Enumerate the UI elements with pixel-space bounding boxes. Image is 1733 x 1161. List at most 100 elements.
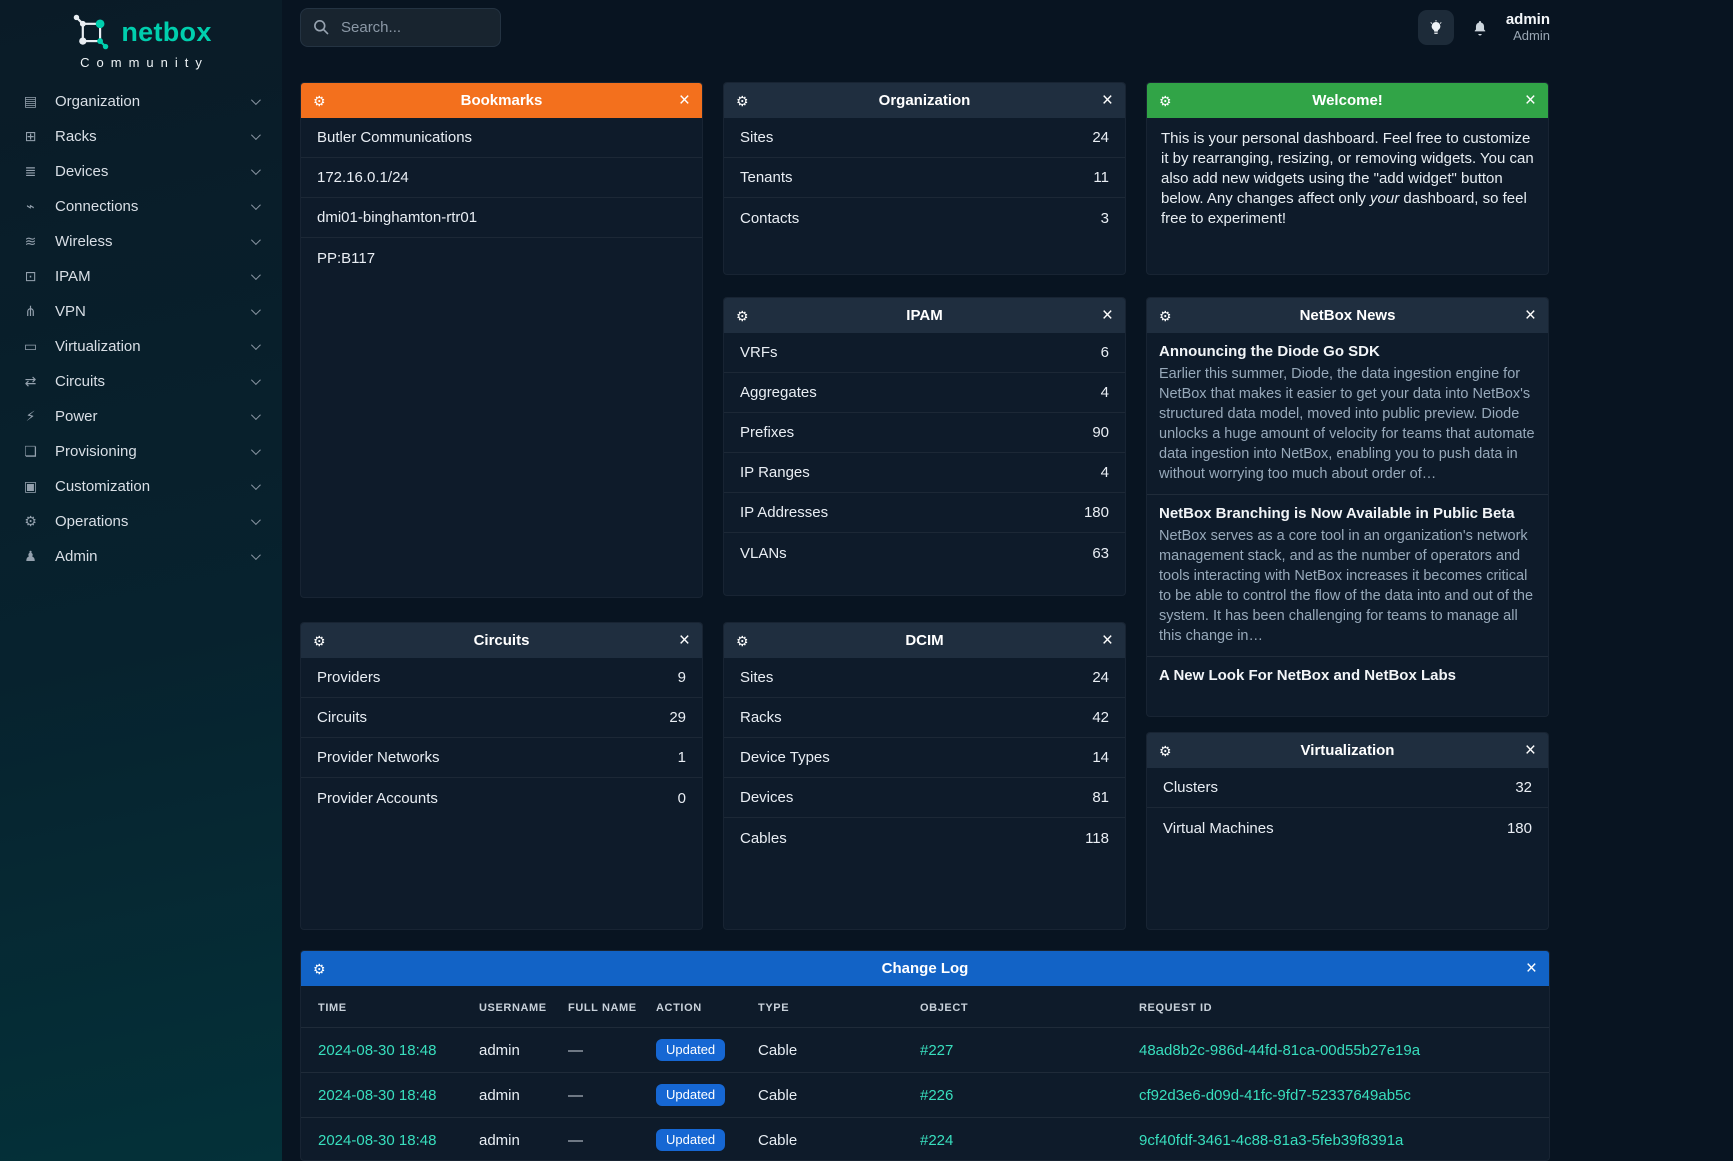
stat-label-link[interactable]: VRFs — [740, 344, 778, 361]
sidebar-item-admin[interactable]: ♟Admin — [0, 539, 282, 574]
stat-count-link[interactable]: 11 — [1093, 169, 1109, 186]
sidebar-item-racks[interactable]: ⊞Racks — [0, 119, 282, 154]
stat-label-link[interactable]: Sites — [740, 129, 773, 146]
stat-label-link[interactable]: Tenants — [740, 169, 793, 186]
changelog-time-link[interactable]: 2024-08-30 18:48 — [318, 1087, 436, 1104]
news-headline-link[interactable]: Announcing the Diode Go SDK — [1159, 342, 1536, 362]
stat-count-link[interactable]: 0 — [678, 790, 686, 807]
stat-count-link[interactable]: 9 — [678, 669, 686, 686]
stat-label-link[interactable]: Sites — [740, 669, 773, 686]
bookmark-link[interactable]: dmi01-binghamton-rtr01 — [317, 209, 477, 226]
stat-label-link[interactable]: Clusters — [1163, 779, 1218, 796]
stat-label-link[interactable]: Racks — [740, 709, 782, 726]
news-headline-link[interactable]: A New Look For NetBox and NetBox Labs — [1159, 666, 1536, 686]
sidebar-item-customization[interactable]: ▣Customization — [0, 469, 282, 504]
stat-label-link[interactable]: Circuits — [317, 709, 367, 726]
widget-config-gear-icon[interactable]: ⚙ — [1159, 744, 1172, 758]
netbox-app: netbox Community ▤Organization⊞Racks≣Dev… — [0, 0, 1733, 1161]
stat-label-link[interactable]: Providers — [317, 669, 380, 686]
stat-row: Providers 9 — [301, 658, 702, 698]
widget-config-gear-icon[interactable]: ⚙ — [736, 634, 749, 648]
stat-label-link[interactable]: IP Ranges — [740, 464, 810, 481]
stat-count-link[interactable]: 118 — [1085, 830, 1109, 847]
stat-label-link[interactable]: Provider Accounts — [317, 790, 438, 807]
stat-label-link[interactable]: IP Addresses — [740, 504, 828, 521]
sidebar-item-devices[interactable]: ≣Devices — [0, 154, 282, 189]
sidebar-item-vpn[interactable]: ⋔VPN — [0, 294, 282, 329]
widget-close-icon[interactable]: × — [1102, 306, 1113, 325]
widget-close-icon[interactable]: × — [1525, 91, 1536, 110]
widget-config-gear-icon[interactable]: ⚙ — [1159, 94, 1172, 108]
ipam-stats: VRFs 6 Aggregates 4 Prefixes 90 IP Ranges 4 IP A… — [724, 333, 1125, 573]
stat-label-link[interactable]: Cables — [740, 830, 787, 847]
sidebar-item-power[interactable]: ⚡Power — [0, 399, 282, 434]
sidebar-item-connections[interactable]: ⌁Connections — [0, 189, 282, 224]
changelog-object-link[interactable]: #227 — [920, 1042, 953, 1059]
stat-count-link[interactable]: 63 — [1092, 545, 1109, 562]
stat-label-link[interactable]: Prefixes — [740, 424, 794, 441]
changelog-request-id-link[interactable]: cf92d3e6-d09d-41fc-9fd7-52337649ab5c — [1139, 1087, 1411, 1104]
stat-count-link[interactable]: 24 — [1092, 669, 1109, 686]
widget-config-gear-icon[interactable]: ⚙ — [1159, 309, 1172, 323]
user-menu[interactable]: admin Admin — [1506, 11, 1550, 43]
sidebar-item-wireless[interactable]: ≋Wireless — [0, 224, 282, 259]
widget-config-gear-icon[interactable]: ⚙ — [313, 94, 326, 108]
stat-label-link[interactable]: Virtual Machines — [1163, 820, 1274, 837]
news-headline-link[interactable]: NetBox Branching is Now Available in Pub… — [1159, 504, 1536, 524]
stat-count-link[interactable]: 42 — [1092, 709, 1109, 726]
changelog-request-id-link[interactable]: 48ad8b2c-986d-44fd-81ca-00d55b27e19a — [1139, 1042, 1420, 1059]
widget-close-icon[interactable]: × — [1525, 741, 1536, 760]
bookmark-row: 172.16.0.1/24 — [301, 158, 702, 198]
changelog-object-link[interactable]: #226 — [920, 1087, 953, 1104]
sidebar-item-circuits[interactable]: ⇄Circuits — [0, 364, 282, 399]
widget-close-icon[interactable]: × — [679, 91, 690, 110]
stat-count-link[interactable]: 4 — [1101, 464, 1109, 481]
theme-toggle-button[interactable] — [1418, 10, 1454, 45]
changelog-time-link[interactable]: 2024-08-30 18:48 — [318, 1042, 436, 1059]
stat-label-link[interactable]: Device Types — [740, 749, 830, 766]
stat-count-link[interactable]: 90 — [1092, 424, 1109, 441]
search-input[interactable] — [300, 8, 501, 47]
stat-count-link[interactable]: 29 — [669, 709, 686, 726]
widget-config-gear-icon[interactable]: ⚙ — [313, 962, 326, 976]
stat-label-link[interactable]: Contacts — [740, 210, 799, 227]
bookmark-link[interactable]: PP:B117 — [317, 250, 375, 267]
stat-count-link[interactable]: 24 — [1092, 129, 1109, 146]
bookmark-link[interactable]: 172.16.0.1/24 — [317, 169, 409, 186]
widget-config-gear-icon[interactable]: ⚙ — [736, 94, 749, 108]
change-log-table: TIMEUSERNAMEFULL NAMEACTIONTYPEOBJECTREQ… — [301, 986, 1549, 1161]
stat-count-link[interactable]: 32 — [1515, 779, 1532, 796]
ip-address-icon: ⊡ — [21, 268, 40, 285]
brand[interactable]: netbox Community — [0, 10, 282, 70]
changelog-time-link[interactable]: 2024-08-30 18:48 — [318, 1132, 436, 1149]
sidebar-item-virtualization[interactable]: ▭Virtualization — [0, 329, 282, 364]
notifications-bell-icon[interactable] — [1471, 19, 1489, 37]
sidebar-item-operations[interactable]: ⚙Operations — [0, 504, 282, 539]
stat-count-link[interactable]: 180 — [1507, 820, 1532, 837]
stat-count-link[interactable]: 4 — [1101, 384, 1109, 401]
widget-close-icon[interactable]: × — [1526, 959, 1537, 978]
stat-label-link[interactable]: Provider Networks — [317, 749, 440, 766]
sidebar-item-provisioning[interactable]: ❏Provisioning — [0, 434, 282, 469]
changelog-request-id-link[interactable]: 9cf40fdf-3461-4c88-81a3-5feb39f8391a — [1139, 1132, 1403, 1149]
stat-label-link[interactable]: Devices — [740, 789, 793, 806]
widget-close-icon[interactable]: × — [1102, 91, 1113, 110]
stat-count-link[interactable]: 81 — [1092, 789, 1109, 806]
stat-count-link[interactable]: 3 — [1101, 210, 1109, 227]
searchbox — [300, 8, 501, 47]
bookmark-link[interactable]: Butler Communications — [317, 129, 472, 146]
changelog-object-link[interactable]: #224 — [920, 1132, 953, 1149]
sidebar-item-organization[interactable]: ▤Organization — [0, 84, 282, 119]
stat-count-link[interactable]: 1 — [678, 749, 686, 766]
widget-config-gear-icon[interactable]: ⚙ — [736, 309, 749, 323]
sidebar-item-ipam[interactable]: ⊡IPAM — [0, 259, 282, 294]
stat-label-link[interactable]: VLANs — [740, 545, 787, 562]
stat-count-link[interactable]: 14 — [1092, 749, 1109, 766]
stat-count-link[interactable]: 6 — [1101, 344, 1109, 361]
stat-count-link[interactable]: 180 — [1084, 504, 1109, 521]
widget-close-icon[interactable]: × — [1525, 306, 1536, 325]
widget-close-icon[interactable]: × — [1102, 631, 1113, 650]
stat-label-link[interactable]: Aggregates — [740, 384, 817, 401]
widget-close-icon[interactable]: × — [679, 631, 690, 650]
widget-config-gear-icon[interactable]: ⚙ — [313, 634, 326, 648]
